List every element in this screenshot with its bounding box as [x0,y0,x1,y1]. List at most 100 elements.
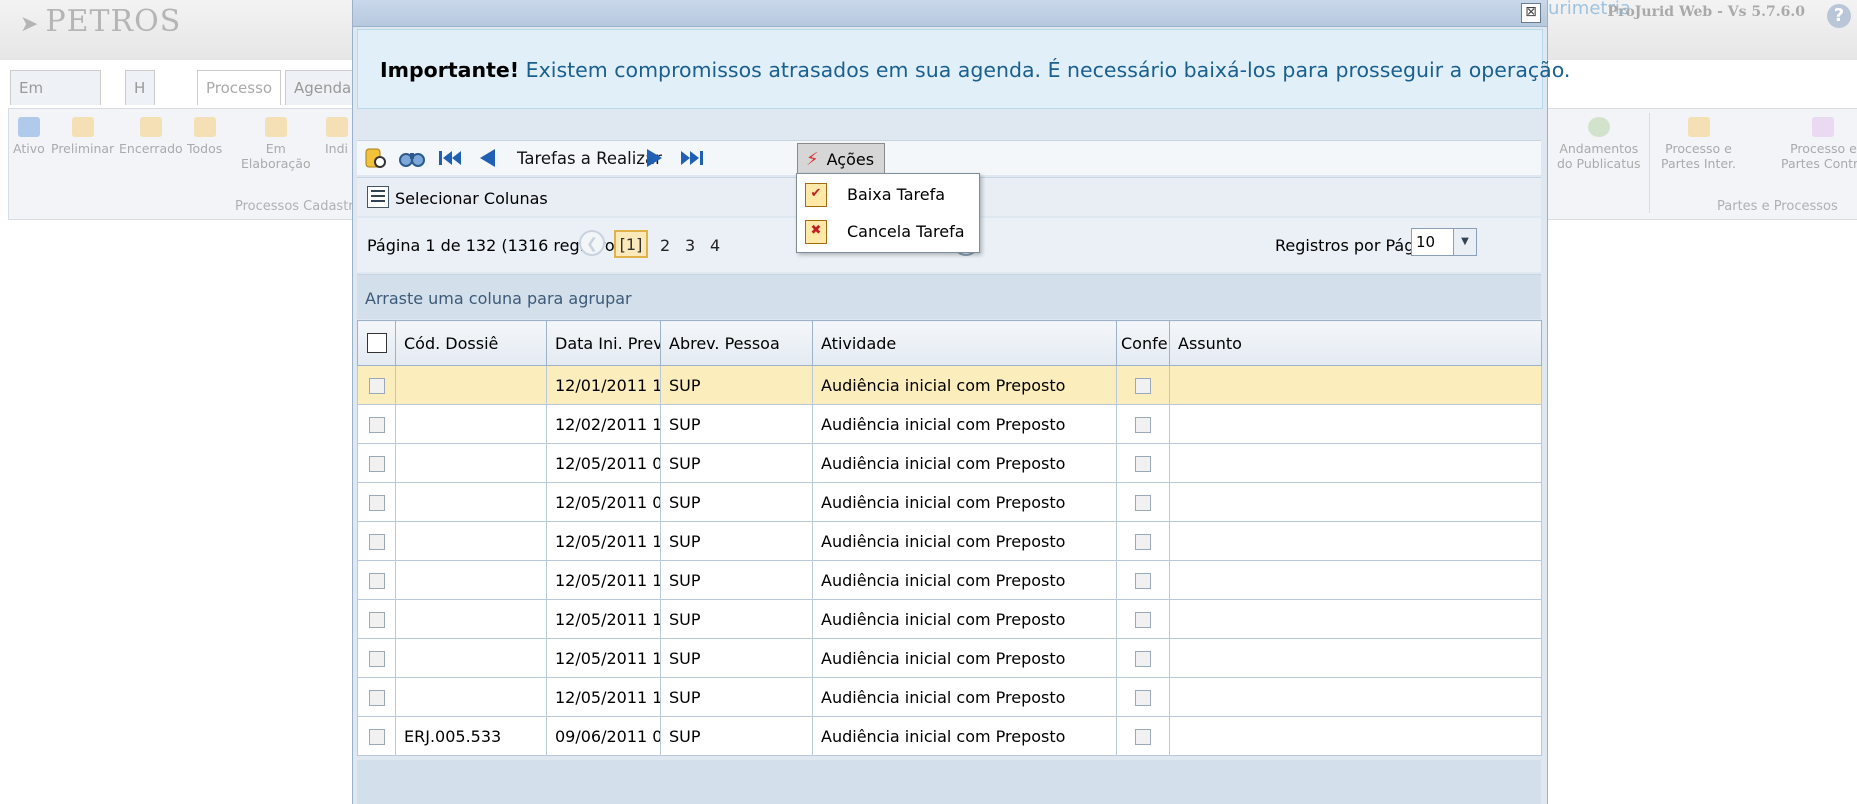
previous-icon[interactable] [477,146,499,170]
cell-atividade: Audiência inicial com Preposto [812,521,1117,561]
cell-dossie [395,677,547,717]
cell-data: 09/06/2011 08:35 [546,716,661,756]
col-header-assunto[interactable]: Assunto [1169,320,1542,366]
rows-per-page-select[interactable]: 10 ▼ [1411,228,1477,256]
row-checkbox[interactable] [368,729,385,745]
col-header-atividade[interactable]: Atividade [812,320,1117,366]
binoculars-icon[interactable] [399,146,425,170]
cell-dossie [395,404,547,444]
table-row[interactable]: 12/05/2011 09:05SUPAudiência inicial com… [357,482,1542,522]
grid-footer [357,760,1541,804]
pager-page-3[interactable]: 3 [685,236,695,255]
cell-data: 12/05/2011 14:10 [546,638,661,678]
pager-page-2[interactable]: 2 [660,236,670,255]
folder-people-icon [1687,117,1710,137]
ribbon-em-elaboracao[interactable]: Em Elaboração [241,117,311,171]
conferido-checkbox[interactable] [1135,573,1151,589]
cell-assunto [1169,404,1542,444]
close-icon[interactable]: ⊠ [1521,3,1541,23]
conferido-checkbox[interactable] [1135,729,1151,745]
row-checkbox[interactable] [368,417,385,433]
first-page-icon[interactable] [437,146,463,170]
conferido-checkbox[interactable] [1135,690,1151,706]
menu-item-baixa-tarefa[interactable]: ✔ Baixa Tarefa [797,176,979,212]
conferido-checkbox[interactable] [1135,495,1151,511]
database-search-icon[interactable] [363,146,389,170]
modal-titlebar: ⊠ [353,0,1547,27]
table-row[interactable]: 12/05/2011 09:05SUPAudiência inicial com… [357,443,1542,483]
acoes-button[interactable]: ⚡ Ações [797,143,885,175]
last-page-icon[interactable] [679,146,705,170]
cell-pessoa: SUP [660,365,813,405]
tab-processo[interactable]: Processo [197,70,282,105]
row-checkbox[interactable] [368,378,385,394]
row-select-cell [357,560,396,600]
table-row[interactable]: 12/05/2011 14:10SUPAudiência inicial com… [357,638,1542,678]
pager-prev-icon[interactable]: ❮ [579,230,605,256]
tab-em-operacao[interactable]: Em Operação [10,70,101,131]
cell-atividade: Audiência inicial com Preposto [812,482,1117,522]
col-header-dossie[interactable]: Cód. Dossiê [395,320,547,366]
ribbon-andamentos[interactable]: Andamentos do Publicatus [1557,117,1641,171]
ribbon-processo-partes-inter[interactable]: Processo e Partes Inter. [1661,117,1736,171]
help-icon[interactable]: ? [1827,4,1851,28]
table-row[interactable]: ERJ.005.53309/06/2011 08:35SUPAudiência … [357,716,1542,756]
conferido-checkbox[interactable] [1135,378,1151,394]
ribbon-separator [1649,113,1650,213]
row-checkbox[interactable] [368,456,385,472]
cell-data: 12/05/2011 10:00 [546,521,661,561]
select-all-checkbox[interactable] [366,333,387,354]
columns-icon[interactable] [367,186,389,208]
cell-pessoa: SUP [660,716,813,756]
conferido-checkbox[interactable] [1135,534,1151,550]
ribbon-indi[interactable]: Indi [325,117,348,156]
group-panel[interactable]: Arraste uma coluna para agrupar [357,274,1541,319]
alert-bold: Importante! [380,58,520,82]
cell-dossie [395,599,547,639]
cell-assunto [1169,677,1542,717]
folder-icon [193,117,216,137]
select-columns-button[interactable]: Selecionar Colunas [395,189,548,208]
table-row[interactable]: 12/02/2011 14:05SUPAudiência inicial com… [357,404,1542,444]
col-header-pessoa[interactable]: Abrev. Pessoa [660,320,813,366]
cell-dossie: ERJ.005.533 [395,716,547,756]
conferido-checkbox[interactable] [1135,651,1151,667]
row-checkbox[interactable] [368,495,385,511]
tab-hrg[interactable]: H R G [125,70,155,165]
ribbon-encerrado[interactable]: Encerrado [119,117,183,156]
select-all-checkbox-cell[interactable] [357,320,396,366]
conferido-checkbox[interactable] [1135,612,1151,628]
row-checkbox[interactable] [368,612,385,628]
chevron-down-icon[interactable]: ▼ [1453,229,1476,255]
menu-item-cancela-tarefa[interactable]: ✖ Cancela Tarefa [797,213,979,249]
ribbon-todos[interactable]: Todos [187,117,222,156]
ativo-icon [17,117,40,137]
cell-conferido [1116,482,1170,522]
ribbon-processo-partes-contra[interactable]: Processo e Partes Contra [1781,117,1857,171]
cell-data: 12/05/2011 09:05 [546,482,661,522]
cell-dossie [395,482,547,522]
next-icon[interactable] [643,146,665,170]
folder-icon [264,117,287,137]
row-checkbox[interactable] [368,534,385,550]
table-row[interactable]: 12/05/2011 13:00SUPAudiência inicial com… [357,560,1542,600]
pager-page-4[interactable]: 4 [710,236,720,255]
conferido-checkbox[interactable] [1135,417,1151,433]
globe-icon [1587,117,1610,137]
row-checkbox[interactable] [368,573,385,589]
row-checkbox[interactable] [368,651,385,667]
col-header-data[interactable]: Data Ini. Prev. [546,320,661,366]
table-row[interactable]: 12/05/2011 14:30SUPAudiência inicial com… [357,677,1542,717]
cell-pessoa: SUP [660,638,813,678]
table-row[interactable]: 12/01/2011 14:05SUPAudiência inicial com… [357,365,1542,405]
tab-agenda[interactable]: Agenda [285,70,361,105]
conferido-checkbox[interactable] [1135,456,1151,472]
col-header-conferi[interactable]: Conferi [1116,320,1170,366]
table-row[interactable]: 12/05/2011 10:00SUPAudiência inicial com… [357,521,1542,561]
cell-atividade: Audiência inicial com Preposto [812,443,1117,483]
row-select-cell [357,677,396,717]
row-checkbox[interactable] [368,690,385,706]
ribbon-ativo[interactable]: Ativo [13,117,45,156]
ribbon-preliminar[interactable]: Preliminar [51,117,114,156]
table-row[interactable]: 12/05/2011 14:00SUPAudiência inicial com… [357,599,1542,639]
